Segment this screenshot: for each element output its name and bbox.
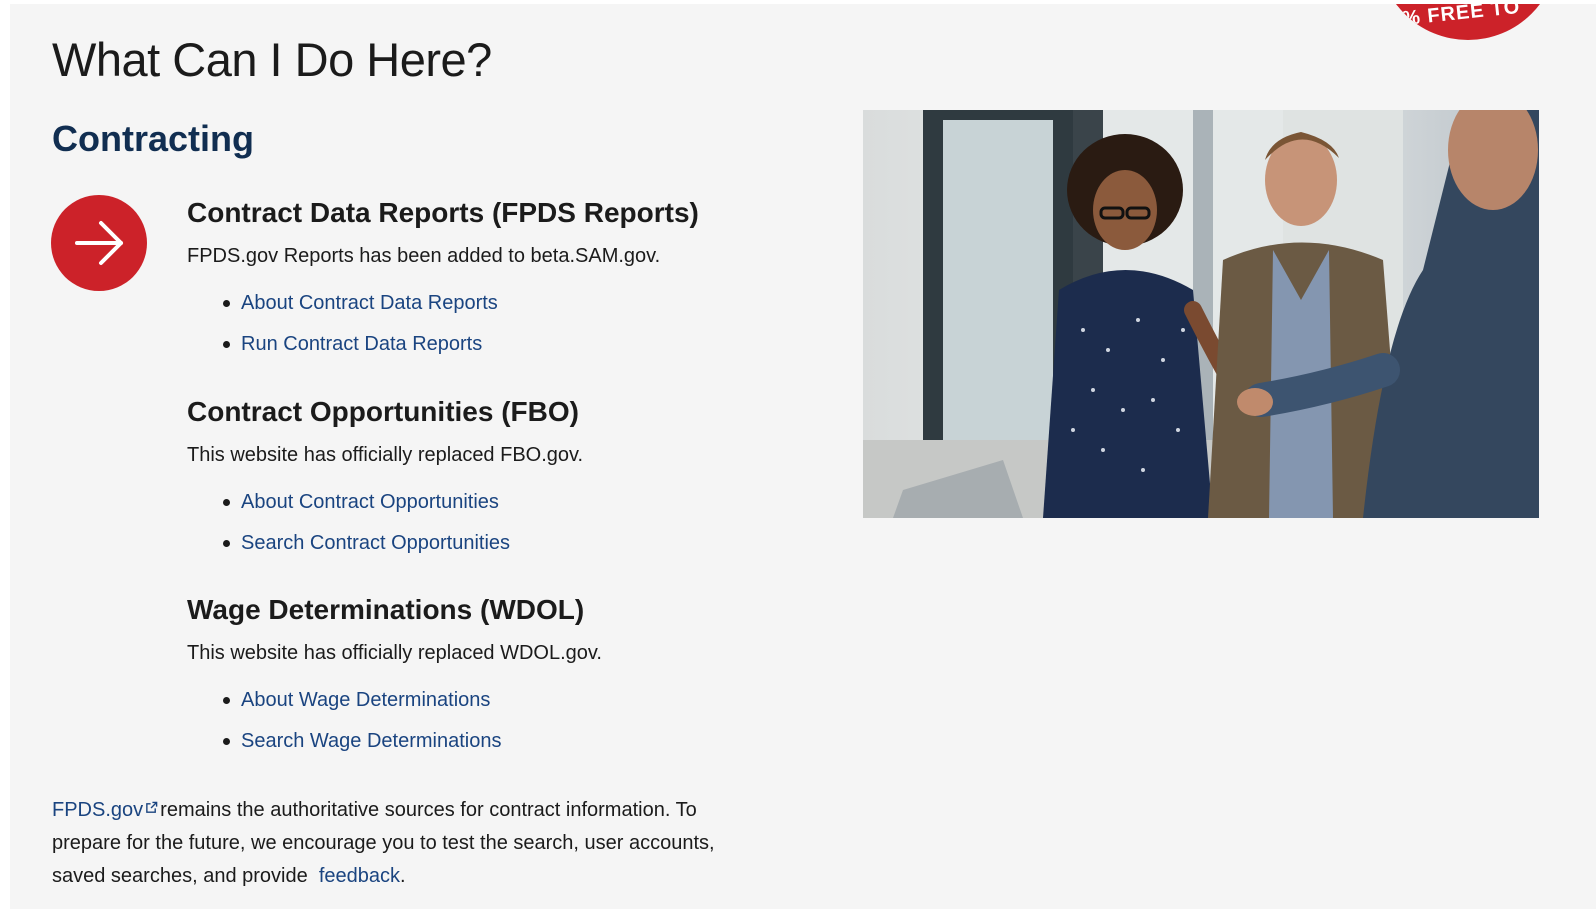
section-title: Contracting: [52, 118, 254, 159]
footer-paragraph: FPDS.gov remains the authoritative sourc…: [52, 794, 752, 893]
block-title: Contract Opportunities (FBO): [187, 396, 579, 427]
feedback-link[interactable]: feedback: [319, 865, 400, 887]
block-description: FPDS.gov Reports has been added to beta.…: [187, 245, 661, 267]
promo-badge: % FREE TO: [1378, 4, 1558, 40]
about-contract-data-reports-link[interactable]: About Contract Data Reports: [241, 292, 498, 314]
block-wage-determinations: Wage Determinations (WDOL) This website …: [187, 594, 602, 771]
page: % FREE TO What Can I Do Here? Contractin…: [10, 4, 1596, 909]
list-item: Run Contract Data Reports: [223, 333, 699, 355]
block-link-list: About Wage Determinations Search Wage De…: [187, 689, 602, 752]
about-wage-determinations-link[interactable]: About Wage Determinations: [241, 689, 490, 711]
footer-text-end: .: [400, 865, 406, 887]
block-link-list: About Contract Data Reports Run Contract…: [187, 292, 699, 355]
list-item: About Contract Opportunities: [222, 491, 583, 513]
search-wage-determinations-link[interactable]: Search Wage Determinations: [241, 730, 502, 752]
hero-photo: [863, 110, 1539, 518]
block-title: Contract Data Reports (FPDS Reports): [187, 197, 699, 228]
list-item: Search Contract Opportunities: [222, 532, 583, 554]
search-contract-opportunities-link[interactable]: Search Contract Opportunities: [241, 532, 510, 554]
fpds-gov-link[interactable]: FPDS.gov: [52, 799, 143, 821]
block-title: Wage Determinations (WDOL): [187, 594, 585, 625]
block-contract-data-reports: Contract Data Reports (FPDS Reports) FPD…: [187, 197, 699, 374]
badge-text: % FREE TO: [1401, 4, 1522, 31]
page-title: What Can I Do Here?: [52, 33, 492, 86]
list-item: Search Wage Determinations: [223, 730, 602, 752]
list-item: About Wage Determinations: [223, 689, 602, 711]
list-item: About Contract Data Reports: [223, 292, 699, 314]
run-contract-data-reports-link[interactable]: Run Contract Data Reports: [241, 333, 482, 355]
block-description: This website has officially replaced FBO…: [187, 444, 584, 466]
block-contract-opportunities: Contract Opportunities (FBO) This websit…: [187, 396, 583, 573]
arrow-right-icon: [51, 195, 147, 291]
block-description: This website has officially replaced WDO…: [187, 642, 602, 664]
block-link-list: About Contract Opportunities Search Cont…: [187, 491, 583, 554]
external-link-icon: [146, 801, 158, 813]
about-contract-opportunities-link[interactable]: About Contract Opportunities: [241, 491, 499, 513]
